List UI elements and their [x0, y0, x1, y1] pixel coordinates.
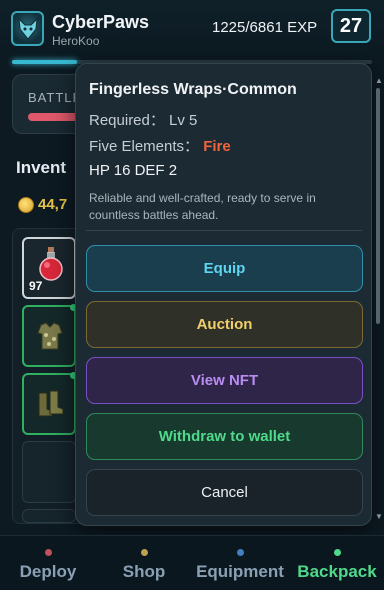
elements-value: Fire: [203, 138, 231, 155]
view-nft-button[interactable]: View NFT: [86, 357, 363, 404]
nav-backpack[interactable]: Backpack: [296, 536, 378, 590]
scroll-thumb[interactable]: [376, 88, 380, 324]
item-detail-popup: Fingerless Wraps·Common Required： Lv 5 F…: [75, 63, 383, 526]
bottom-navigation: Deploy Shop Equipment Backpack: [0, 535, 384, 590]
exp-progress-fill: [12, 60, 77, 64]
top-bar: CyberPaws HeroKoo 1225/6861 EXP 27: [0, 0, 384, 56]
item-count: 97: [29, 279, 43, 293]
player-username: HeroKoo: [52, 34, 100, 48]
item-stats: HP 16 DEF 2: [89, 162, 178, 179]
nav-equipment[interactable]: Equipment: [194, 536, 286, 590]
level-badge: 27: [331, 9, 371, 43]
nav-shop[interactable]: Shop: [120, 536, 168, 590]
auction-button[interactable]: Auction: [86, 301, 363, 348]
popup-scrollbar[interactable]: ▲ ▼: [375, 76, 383, 523]
combat-boots-icon: [38, 390, 64, 417]
nav-deploy[interactable]: Deploy: [18, 536, 78, 590]
shop-indicator: [140, 549, 148, 556]
coin-balance: 44,7: [18, 196, 67, 213]
wolf-icon: [17, 17, 38, 40]
item-elements: Five Elements： Fire: [89, 135, 231, 156]
required-value: Lv 5: [169, 112, 198, 129]
nav-shop-label: Shop: [122, 562, 166, 581]
player-avatar[interactable]: [11, 11, 44, 46]
scroll-down-icon[interactable]: ▼: [375, 512, 383, 521]
required-label: Required：: [89, 112, 165, 129]
item-title: Fingerless Wraps·Common: [89, 81, 297, 98]
divider: [86, 230, 362, 231]
inventory-slot-potion[interactable]: 97: [22, 237, 76, 299]
equipment-indicator: [236, 549, 244, 556]
scroll-up-icon[interactable]: ▲: [375, 76, 383, 85]
nav-backpack-label: Backpack: [297, 562, 377, 581]
inventory-slot-boots[interactable]: [22, 372, 77, 435]
armor-vest-icon: [37, 322, 63, 350]
withdraw-button[interactable]: Withdraw to wallet: [86, 413, 363, 460]
inventory-slot-empty[interactable]: [22, 441, 76, 503]
backpack-indicator: [333, 549, 341, 556]
inventory-slot-armor[interactable]: [22, 304, 77, 367]
item-description: Reliable and well-crafted, ready to serv…: [89, 191, 316, 222]
equip-button[interactable]: Equip: [86, 245, 363, 292]
coin-amount: 44,7: [38, 196, 68, 213]
elements-label: Five Elements：: [89, 138, 200, 155]
deploy-indicator: [44, 549, 52, 556]
exp-readout: 1225/6861 EXP: [212, 19, 318, 36]
coin-icon: [18, 196, 34, 213]
item-required: Required： Lv 5: [89, 109, 197, 130]
player-name: CyberPaws: [52, 12, 150, 32]
inventory-title: Invent: [16, 158, 67, 177]
inventory-slot-empty[interactable]: [22, 509, 76, 523]
nav-equipment-label: Equipment: [196, 562, 284, 581]
cancel-button[interactable]: Cancel: [86, 469, 363, 516]
nav-deploy-label: Deploy: [19, 562, 77, 581]
